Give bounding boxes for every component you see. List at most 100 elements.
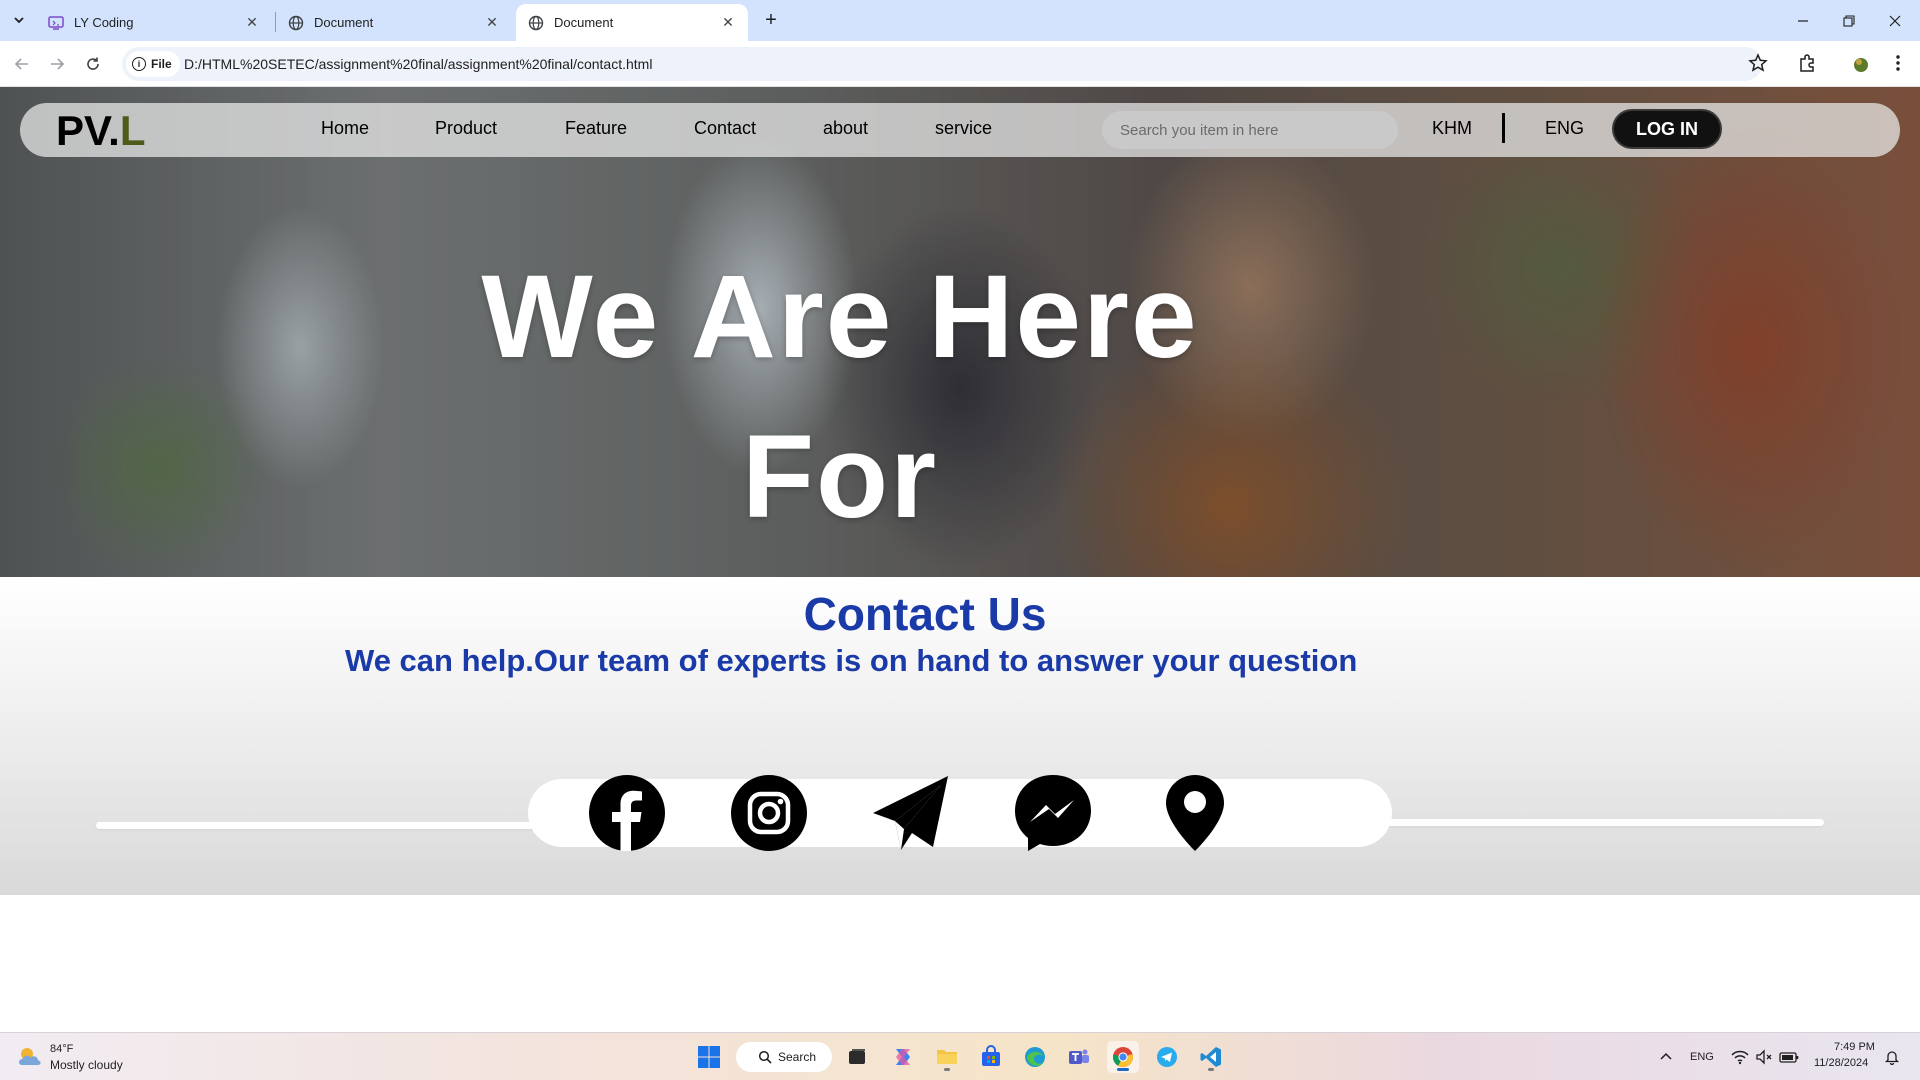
vscode-button[interactable] <box>1195 1041 1227 1073</box>
edge-button[interactable] <box>1019 1041 1051 1073</box>
logo-accent: L <box>119 107 146 154</box>
arrow-right-icon <box>51 58 65 70</box>
site-chip-label: File <box>151 57 172 71</box>
weather-temperature: 84°F <box>50 1043 74 1055</box>
telegram-app-button[interactable] <box>1151 1041 1183 1073</box>
file-explorer-button[interactable] <box>931 1041 963 1073</box>
tab-close-icon[interactable]: ✕ <box>484 14 500 31</box>
tab-close-icon[interactable]: ✕ <box>720 14 736 31</box>
nav-link-contact[interactable]: Contact <box>694 118 756 139</box>
task-view-icon <box>849 1049 865 1064</box>
windows-start-icon <box>698 1046 720 1068</box>
instagram-icon <box>731 775 807 851</box>
tab-title: Document <box>314 15 374 30</box>
hero-title: We Are Here For You <box>370 237 1310 577</box>
site-navbar: PV.L Home Product Feature Contact about … <box>20 103 1900 157</box>
lang-divider <box>1502 113 1505 143</box>
nav-link-feature[interactable]: Feature <box>565 118 627 139</box>
hero-title-line2: You <box>670 557 890 577</box>
battery-icon[interactable] <box>1779 1049 1799 1065</box>
volume-muted-icon[interactable] <box>1755 1049 1773 1065</box>
taskbar-search[interactable]: Search <box>736 1042 832 1072</box>
input-language[interactable]: ENG <box>1690 1051 1714 1063</box>
running-indicator <box>944 1068 950 1071</box>
task-view-button[interactable] <box>841 1041 873 1073</box>
nav-link-service[interactable]: service <box>935 118 992 139</box>
bookmark-star-icon[interactable] <box>1748 53 1768 73</box>
location-link[interactable] <box>1155 773 1235 853</box>
tab-ly-coding[interactable]: LY Coding ✕ <box>36 4 272 41</box>
tab-document-1[interactable]: Document ✕ <box>276 4 512 41</box>
chrome-icon <box>1112 1047 1133 1068</box>
telegram-link[interactable] <box>871 773 951 853</box>
chevron-down-icon <box>14 17 24 24</box>
wifi-icon[interactable] <box>1731 1049 1749 1065</box>
address-bar[interactable]: i File D:/HTML%20SETEC/assignment%20fina… <box>122 47 1762 81</box>
hero-title-line1: We Are Here For <box>481 251 1199 543</box>
weather-description: Mostly cloudy <box>50 1058 123 1072</box>
folder-icon <box>937 1050 957 1064</box>
info-icon: i <box>132 57 146 71</box>
clock-time[interactable]: 7:49 PM <box>1834 1041 1875 1053</box>
search-icon <box>758 1050 772 1064</box>
clock-date[interactable]: 11/28/2024 <box>1814 1057 1868 1069</box>
search-input[interactable] <box>1102 111 1398 149</box>
tab-search-button[interactable] <box>6 8 32 32</box>
vscode-icon <box>1200 1047 1221 1067</box>
notification-bell-icon[interactable] <box>1884 1049 1900 1065</box>
instagram-link[interactable] <box>729 773 809 853</box>
reload-icon <box>87 57 99 70</box>
globe-icon <box>288 15 304 30</box>
edge-browser-icon <box>1025 1047 1045 1067</box>
login-button[interactable]: LOG IN <box>1612 109 1722 149</box>
page-viewport: We Are Here For You PV.L Home Product Fe… <box>0 87 1920 1032</box>
contact-subtitle: We can help.Our team of experts is on ha… <box>345 643 1358 678</box>
copilot-button[interactable] <box>887 1041 919 1073</box>
chrome-button[interactable] <box>1107 1041 1139 1073</box>
globe-icon <box>528 15 544 30</box>
minimize-button[interactable] <box>1780 0 1826 41</box>
nav-link-product[interactable]: Product <box>435 118 497 139</box>
facebook-link[interactable] <box>587 773 667 853</box>
contact-title: Contact Us <box>803 588 1047 640</box>
site-info-chip[interactable]: i File <box>126 51 180 77</box>
lang-eng-option[interactable]: ENG <box>1545 118 1584 139</box>
hero-section: We Are Here For You PV.L Home Product Fe… <box>0 87 1920 577</box>
location-pin-icon <box>1166 775 1224 851</box>
reload-button[interactable] <box>79 50 107 78</box>
arrow-left-icon <box>14 58 28 70</box>
tab-document-active[interactable]: Document ✕ <box>516 4 748 41</box>
forward-button[interactable] <box>43 50 71 78</box>
close-icon <box>1889 15 1901 26</box>
messenger-link[interactable] <box>1013 773 1093 853</box>
taskbar-search-label: Search <box>778 1050 817 1064</box>
store-icon <box>982 1045 1000 1066</box>
weather-cloudy-icon[interactable] <box>16 1045 44 1069</box>
profile-avatar[interactable] <box>1850 53 1872 75</box>
restore-button[interactable] <box>1826 0 1872 41</box>
contact-section: Contact Us We can help.Our team of exper… <box>0 577 1920 895</box>
store-button[interactable] <box>975 1041 1007 1073</box>
active-indicator <box>1117 1068 1129 1071</box>
back-button[interactable] <box>8 50 36 78</box>
logo-main: PV. <box>56 107 120 154</box>
tab-title: Document <box>554 15 614 30</box>
nav-link-about[interactable]: about <box>823 118 868 139</box>
url-text[interactable]: D:/HTML%20SETEC/assignment%20final/assig… <box>184 56 652 72</box>
close-window-button[interactable] <box>1872 0 1918 41</box>
running-indicator <box>1208 1068 1214 1071</box>
start-button[interactable] <box>693 1041 725 1073</box>
new-tab-button[interactable]: + <box>757 8 785 32</box>
teams-icon <box>1069 1049 1089 1064</box>
avatar-icon <box>1854 58 1868 72</box>
chevron-up-icon[interactable] <box>1659 1050 1673 1064</box>
plus-icon: + <box>765 8 777 31</box>
extensions-icon[interactable] <box>1797 53 1817 73</box>
teams-button[interactable] <box>1063 1041 1095 1073</box>
lang-khm-option[interactable]: KHM <box>1432 118 1472 139</box>
tab-close-icon[interactable]: ✕ <box>244 14 260 31</box>
nav-link-home[interactable]: Home <box>321 118 369 139</box>
browser-tab-strip: LY Coding ✕ Document ✕ Document ✕ + <box>0 0 1920 41</box>
site-logo[interactable]: PV.L <box>56 107 146 155</box>
more-menu-icon[interactable] <box>1888 53 1908 73</box>
